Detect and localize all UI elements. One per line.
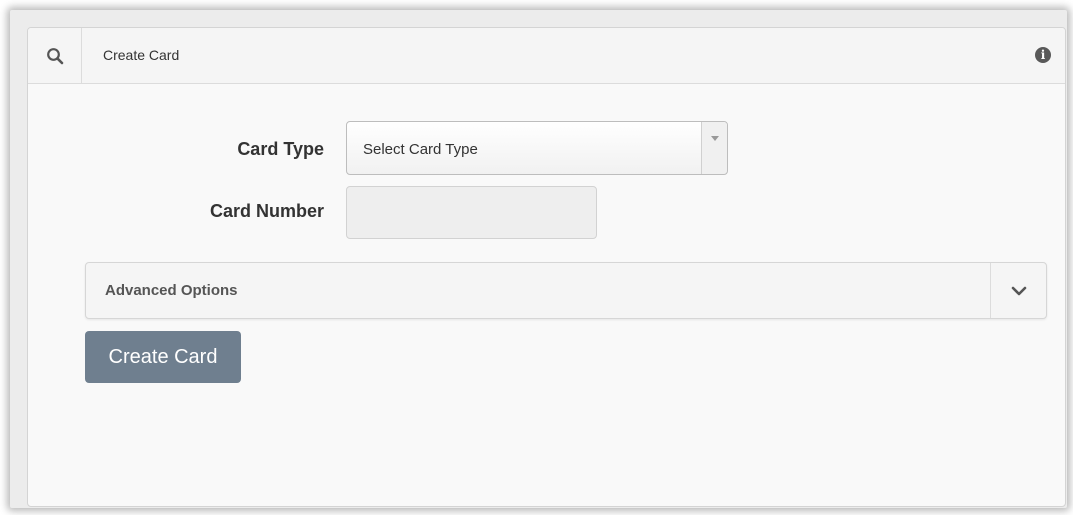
create-card-button[interactable]: Create Card	[85, 331, 241, 383]
chevron-down-icon	[1011, 286, 1026, 295]
advanced-options-toggle[interactable]	[990, 263, 1046, 318]
page-title: Create Card	[103, 47, 180, 63]
caret-down-icon	[710, 136, 719, 141]
advanced-options-label: Advanced Options	[105, 282, 238, 299]
card-number-label: Card Number	[209, 201, 324, 221]
card-type-select[interactable]: Select Card Type	[346, 121, 728, 175]
advanced-options-section[interactable]: Advanced Options	[85, 262, 1047, 319]
card-type-select-value: Select Card Type	[363, 141, 478, 158]
search-icon	[46, 47, 63, 64]
card-number-field[interactable]	[346, 186, 597, 239]
card-type-label: Card Type	[237, 139, 324, 159]
create-card-panel: Create Card i Card Type Select Card Type…	[27, 27, 1066, 507]
select-arrow[interactable]	[701, 122, 727, 174]
window-frame: Create Card i Card Type Select Card Type…	[10, 10, 1067, 508]
info-icon[interactable]: i	[1035, 47, 1051, 63]
panel-header: Create Card i	[28, 28, 1065, 84]
search-button[interactable]	[28, 28, 82, 83]
